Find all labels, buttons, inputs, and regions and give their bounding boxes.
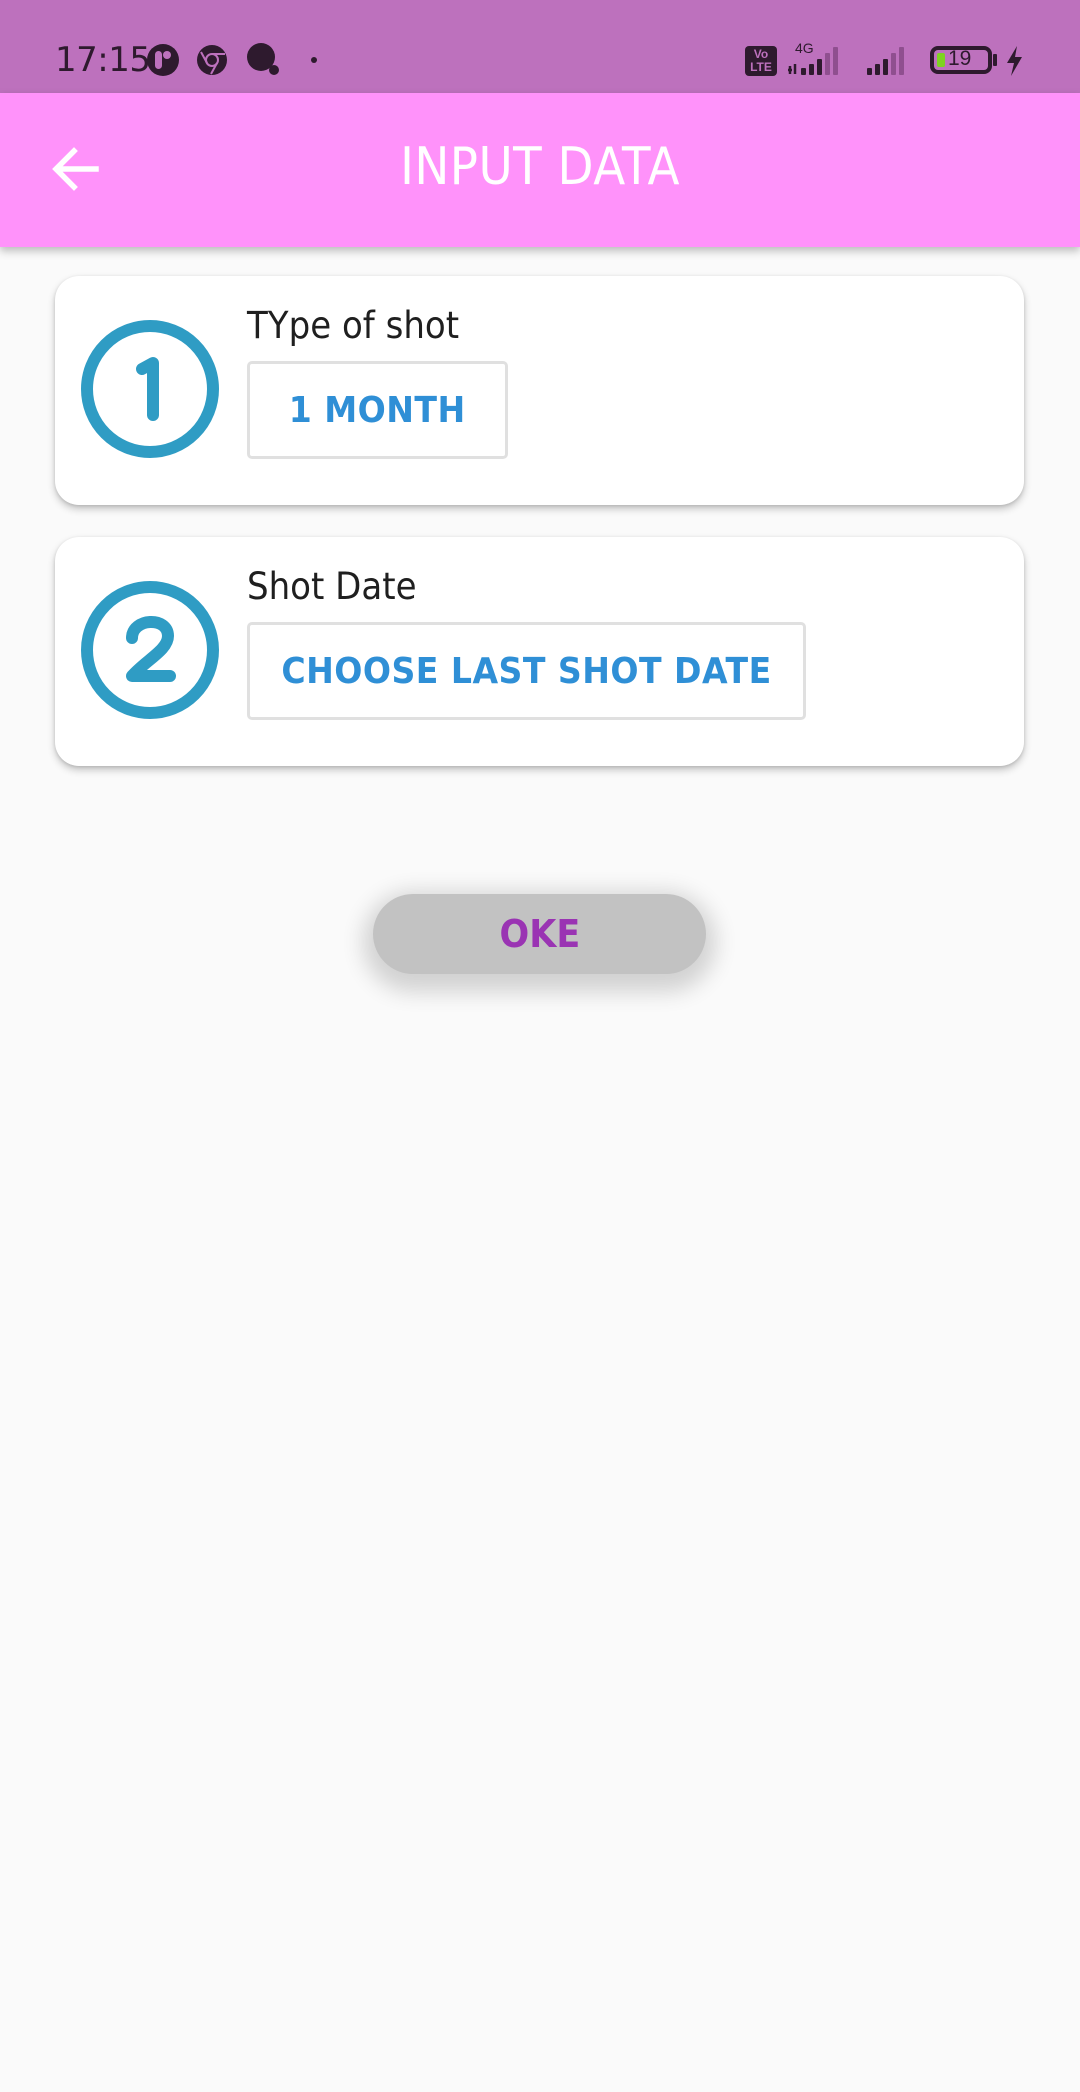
status-bar: 17:15 Vo LTE 4G 19 [0,0,1080,93]
battery-level: 19 [948,47,972,70]
search-app-icon [247,43,279,75]
choose-shot-date-button-label: CHOOSE LAST SHOT DATE [281,650,772,692]
step-card-type-of-shot: TYpe of shot 1 MONTH [55,276,1024,505]
battery-tip [993,54,997,66]
more-notifications-dot [311,57,317,63]
battery-icon: 19 [930,46,992,74]
step-card-shot-date: Shot Date CHOOSE LAST SHOT DATE [55,537,1024,766]
step-one-icon [81,320,219,458]
shot-type-button[interactable]: 1 MONTH [247,361,508,459]
type-of-shot-label: TYpe of shot [247,304,460,347]
volte-icon: Vo LTE [745,46,777,76]
page-title: INPUT DATA [400,137,680,197]
step-two-icon [81,581,219,719]
choose-shot-date-button[interactable]: CHOOSE LAST SHOT DATE [247,622,806,720]
shot-type-button-label: 1 MONTH [289,389,466,431]
battery-fill [937,53,945,67]
status-time: 17:15 [55,40,151,80]
pinterest-like-app-icon [147,44,179,76]
shot-date-label: Shot Date [247,565,417,608]
app-bar: INPUT DATA [0,93,1080,247]
volte-bottom: LTE [750,60,772,74]
oke-button-label: OKE [499,912,580,956]
oke-button[interactable]: OKE [373,894,706,974]
chrome-icon [197,45,227,75]
charging-icon [1007,46,1022,76]
signal-icon-sim1 [788,47,838,75]
signal-icon-sim2 [867,47,904,75]
